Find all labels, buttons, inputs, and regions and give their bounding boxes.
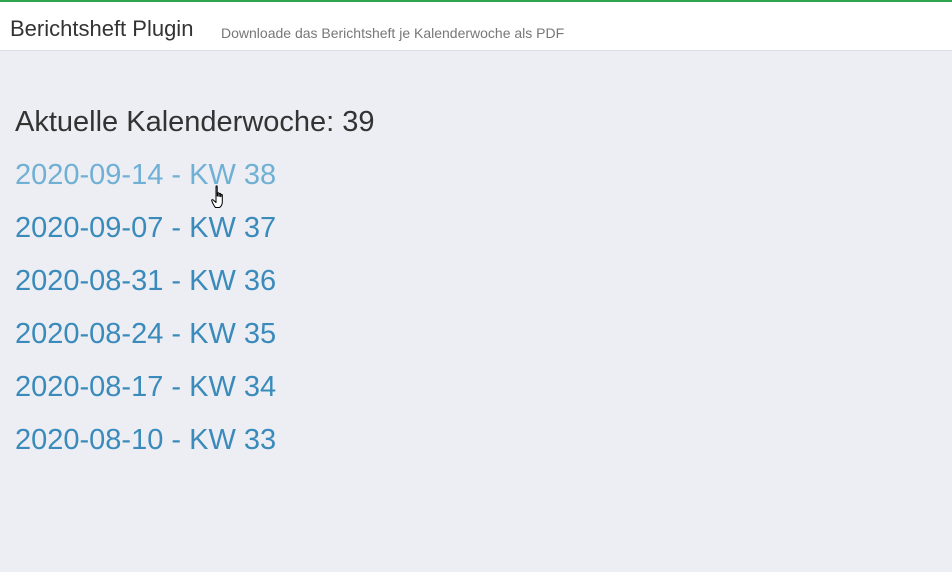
top-navbar: Berichtsheft Plugin Downloade das Berich… — [0, 0, 952, 51]
current-week-heading: Aktuelle Kalenderwoche: 39 — [15, 106, 375, 138]
list-item: 2020-08-10 - KW 33 — [15, 422, 375, 475]
week-link-kw37[interactable]: 2020-09-07 - KW 37 — [15, 212, 276, 244]
main-content: Aktuelle Kalenderwoche: 39 2020-09-14 - … — [15, 104, 375, 475]
list-item: 2020-08-17 - KW 34 — [15, 369, 375, 422]
week-link-kw35[interactable]: 2020-08-24 - KW 35 — [15, 318, 276, 350]
list-item: 2020-09-07 - KW 37 — [15, 210, 375, 263]
week-link-kw36[interactable]: 2020-08-31 - KW 36 — [15, 265, 276, 297]
week-link-kw38[interactable]: 2020-09-14 - KW 38 — [15, 159, 276, 191]
week-link-kw34[interactable]: 2020-08-17 - KW 34 — [15, 371, 276, 403]
list-item: 2020-09-14 - KW 38 — [15, 157, 375, 210]
list-item: 2020-08-31 - KW 36 — [15, 263, 375, 316]
list-item: 2020-08-24 - KW 35 — [15, 316, 375, 369]
week-list: 2020-09-14 - KW 38 2020-09-07 - KW 37 20… — [15, 157, 375, 475]
app-subtitle: Downloade das Berichtsheft je Kalenderwo… — [221, 25, 565, 41]
app-title[interactable]: Berichtsheft Plugin — [10, 16, 193, 42]
week-link-kw33[interactable]: 2020-08-10 - KW 33 — [15, 424, 276, 456]
hand-pointer-icon — [211, 185, 223, 208]
